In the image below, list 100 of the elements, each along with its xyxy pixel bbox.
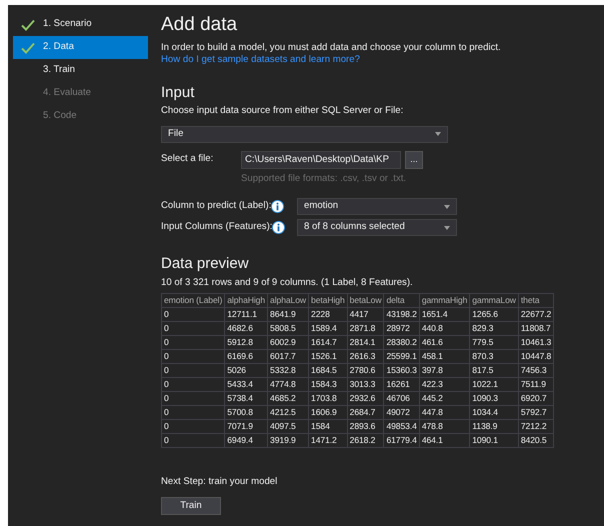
column-header: emotion (Label)	[162, 294, 225, 308]
table-cell: 1471.2	[308, 434, 348, 448]
table-cell: 440.8	[419, 322, 470, 336]
table-cell: 5332.8	[268, 364, 309, 378]
table-cell: 478.8	[419, 420, 470, 434]
table-cell: 2618.2	[347, 434, 384, 448]
dropdown[interactable]: emotion	[297, 198, 457, 216]
table-cell: 11808.7	[518, 322, 554, 336]
table-cell: 0	[162, 392, 225, 406]
table-cell: 2684.7	[347, 406, 384, 420]
table-cell: 4682.6	[224, 322, 268, 336]
table-cell: 1703.8	[308, 392, 348, 406]
table-cell: 1138.9	[470, 420, 518, 434]
table-cell: 5026	[224, 364, 268, 378]
field-label: Column to predict (Label):	[161, 200, 272, 213]
step-item[interactable]: 3. Train	[13, 59, 148, 82]
caret-icon	[435, 132, 441, 136]
table-cell: 0	[162, 336, 225, 350]
table-cell: 6002.9	[268, 336, 309, 350]
column-header: theta	[518, 294, 554, 308]
table-cell: 2814.1	[347, 336, 384, 350]
table-cell: 1651.4	[419, 308, 470, 322]
table-cell: 6949.4	[224, 434, 268, 448]
help-link[interactable]: How do I get sample datasets and learn more?	[161, 54, 360, 66]
preview-summary: 10 of 3 321 rows and 9 of 9 columns. (1 Label, 8 Features).	[161, 276, 414, 290]
table-cell: 2616.3	[347, 350, 384, 364]
table-cell: 2780.6	[347, 364, 384, 378]
table-cell: 1022.1	[470, 378, 518, 392]
table-cell: 25599.1	[384, 350, 420, 364]
table-cell: 43198.2	[384, 308, 420, 322]
table-cell: 28972	[384, 322, 420, 336]
table-cell: 5700.8	[224, 406, 268, 420]
table-cell: 7071.9	[224, 420, 268, 434]
table-cell: 0	[162, 308, 225, 322]
table-cell: 7511.9	[518, 378, 554, 392]
column-header: betaLow	[347, 294, 384, 308]
table-cell: 870.3	[470, 350, 518, 364]
table-cell: 0	[162, 406, 225, 420]
table-cell: 12711.1	[224, 308, 268, 322]
table-cell: 1614.7	[308, 336, 348, 350]
table-cell: 8420.5	[518, 434, 554, 448]
table-cell: 2228	[308, 308, 348, 322]
browse-button[interactable]: ...	[405, 150, 423, 169]
table-cell: 0	[162, 420, 225, 434]
table-cell: 4212.5	[268, 406, 309, 420]
table-cell: 28380.2	[384, 336, 420, 350]
table-cell: 4774.8	[268, 378, 309, 392]
caret-icon	[444, 204, 450, 209]
info-icon[interactable]	[271, 200, 284, 214]
dropdown[interactable]: 8 of 8 columns selected	[297, 219, 457, 236]
table-cell: 0	[162, 350, 225, 364]
section-heading: Data preview	[161, 254, 250, 274]
table-cell: 4685.2	[268, 392, 309, 406]
table-cell: 5912.8	[224, 336, 268, 350]
table-cell: 464.1	[419, 434, 470, 448]
table-cell: 0	[162, 364, 225, 378]
table-cell: 1265.6	[470, 308, 518, 322]
table-cell: 46706	[384, 392, 420, 406]
intro-text: In order to build a model, you must add data and choose your column to predict.	[161, 42, 502, 54]
source-dropdown[interactable]: File	[161, 126, 448, 143]
table-cell: 61779.4	[384, 434, 420, 448]
column-header: gammaLow	[470, 294, 518, 308]
table-cell: 422.3	[419, 378, 470, 392]
train-button[interactable]: Train	[161, 496, 221, 514]
field-label: Input Columns (Features):	[161, 221, 272, 234]
table-cell: 1606.9	[308, 406, 348, 420]
table-cell: 461.6	[419, 336, 470, 350]
field-label: Select a file:	[161, 153, 214, 166]
table-cell: 2932.6	[347, 392, 384, 406]
caret-icon	[444, 226, 450, 230]
table-cell: 4417	[347, 308, 384, 322]
table-cell: 779.5	[470, 336, 518, 350]
table-cell: 49853.4	[384, 420, 420, 434]
table-cell: 15360.3	[384, 364, 420, 378]
column-header: delta	[384, 294, 420, 308]
table-cell: 8641.9	[268, 308, 309, 322]
table-cell: 7456.3	[518, 364, 554, 378]
step-item[interactable]: 2. Data	[13, 36, 148, 59]
info-icon[interactable]	[272, 221, 286, 234]
column-header: alphaLow	[268, 294, 309, 308]
step-item[interactable]: 1. Scenario	[13, 13, 148, 36]
table-cell: 7212.2	[518, 420, 554, 434]
table-cell: 2871.8	[347, 322, 384, 336]
table-cell: 5738.4	[224, 392, 268, 406]
table-cell: 3013.3	[347, 378, 384, 392]
file-path-field[interactable]: C:\Users\Raven\Desktop\Data\KP	[241, 150, 401, 169]
table-cell: 16261	[384, 378, 420, 392]
table-cell: 10461.3	[518, 336, 554, 350]
table-cell: 1589.4	[308, 322, 348, 336]
table-cell: 1090.3	[470, 392, 518, 406]
table-cell: 817.5	[470, 364, 518, 378]
table-cell: 6920.7	[518, 392, 554, 406]
table-cell: 0	[162, 434, 225, 448]
source-prompt: Choose input data source from either SQL Server or File:	[161, 105, 404, 118]
section-heading: Input	[161, 82, 196, 102]
column-header: gammaHigh	[419, 294, 470, 308]
table-cell: 49072	[384, 406, 420, 420]
table-cell: 1684.5	[308, 364, 348, 378]
table-cell: 5808.5	[268, 322, 309, 336]
column-header: alphaHigh	[224, 294, 268, 308]
